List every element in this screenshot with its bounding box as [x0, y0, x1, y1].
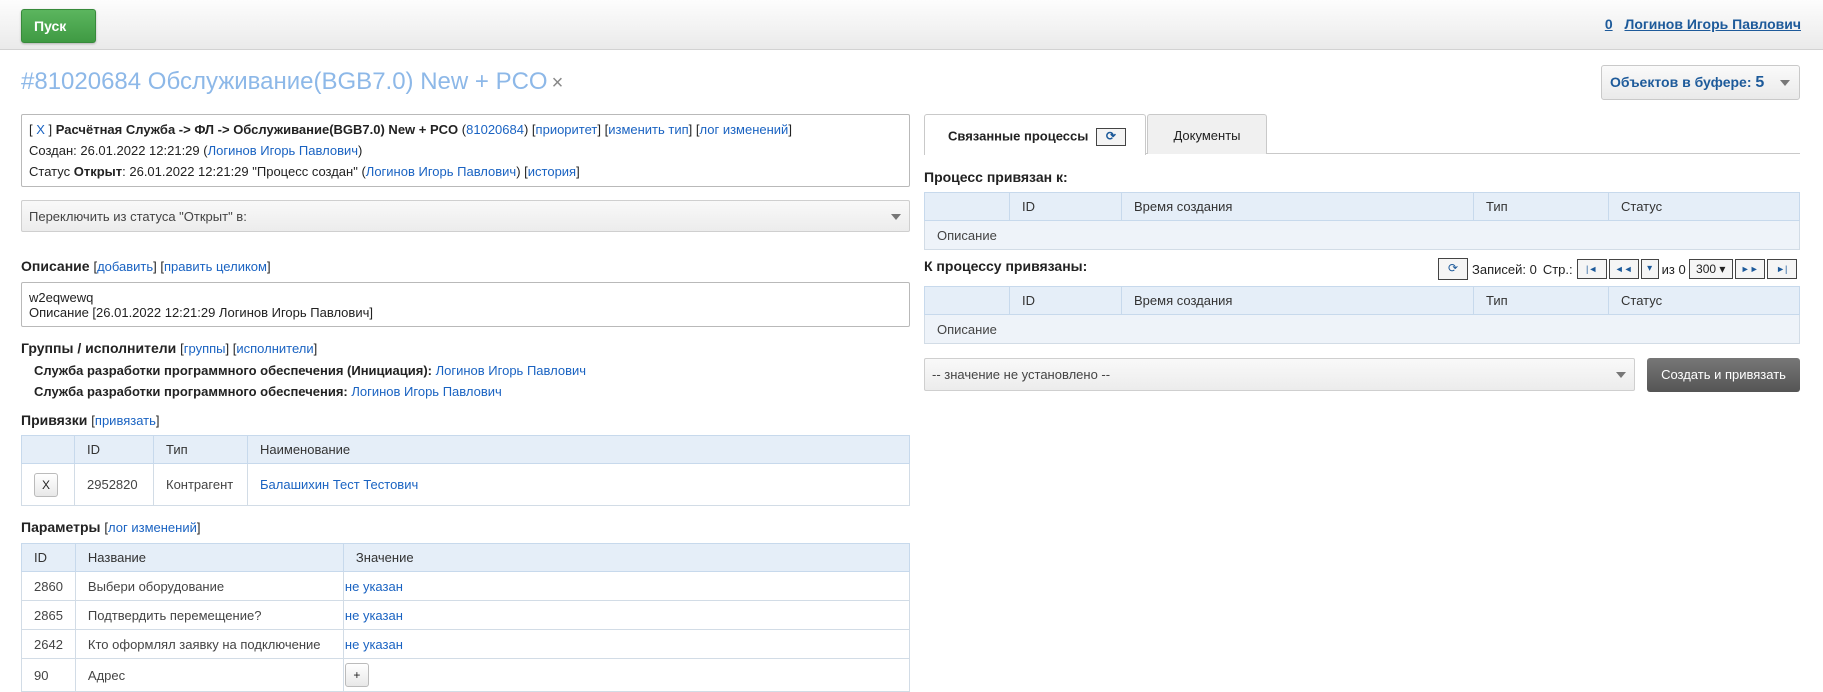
create-and-bind-button[interactable]: Создать и привязать	[1647, 358, 1800, 392]
table-row: Описание	[924, 314, 1800, 344]
group-item: Служба разработки программного обеспечен…	[34, 384, 502, 399]
executors-link[interactable]: исполнители	[236, 341, 313, 356]
last-page-button[interactable]: ►|	[1766, 259, 1797, 279]
linked-from-table: ID Время создания Тип Статус Описание	[924, 286, 1800, 344]
process-title: #81020684 Обслуживание(BGB7.0) New + PCO…	[21, 68, 563, 96]
creator-link[interactable]: Логинов Игорь Павлович	[208, 143, 358, 158]
info-line-status: Статус Открыт: 26.01.2022 12:21:29 "Проц…	[29, 164, 580, 179]
process-path: Расчётная Служба -> ФЛ -> Обслуживание(B…	[55, 122, 459, 137]
description-meta: Описание [26.01.2022 12:21:29 Логинов Иг…	[29, 305, 373, 320]
notification-count[interactable]: 0	[1605, 16, 1613, 32]
top-bar: Пуск 0 Логинов Игорь Павлович	[0, 0, 1823, 50]
table-header: ID Время создания Тип Статус	[924, 192, 1800, 221]
linked-to-heading: Процесс привязан к:	[924, 169, 1068, 185]
links-heading: Привязки [привязать]	[21, 412, 160, 428]
groups-heading: Группы / исполнители [группы] [исполните…	[21, 340, 318, 356]
table-row: 2642 Кто оформлял заявку на подключение …	[21, 629, 911, 659]
add-description-link[interactable]: добавить	[97, 259, 153, 274]
status-user-link[interactable]: Логинов Игорь Павлович	[366, 164, 516, 179]
chevron-down-icon	[1616, 372, 1626, 378]
table-header: ID Название Значение	[21, 543, 911, 572]
pager: ⟳ Записей: 0 Стр.: |◄ ◄◄ ▾ из 0 300 ▾ ►►…	[1437, 257, 1798, 281]
page-select[interactable]: ▾	[1640, 259, 1659, 279]
add-value-button[interactable]: +	[344, 663, 369, 687]
links-table: ID Тип Наименование X 2952820 Контрагент…	[21, 435, 910, 506]
table-row: 2865 Подтвердить перемещение? не указан	[21, 600, 911, 630]
user-area: 0 Логинов Игорь Павлович	[1597, 16, 1801, 32]
start-button[interactable]: Пуск	[21, 9, 96, 43]
prev-page-button[interactable]: ◄◄	[1608, 259, 1639, 279]
params-table: ID Название Значение 2860 Выбери оборудо…	[21, 543, 911, 692]
user-name-link[interactable]: Логинов Игорь Павлович	[1625, 16, 1802, 32]
unlink-button[interactable]: X	[34, 472, 58, 497]
priority-link[interactable]: приоритет	[536, 122, 598, 137]
param-value-link[interactable]: не указан	[345, 579, 403, 594]
table-header: ID Время создания Тип Статус	[924, 286, 1800, 315]
page-size-select[interactable]: 300 ▾	[1688, 259, 1733, 279]
link-name[interactable]: Балашихин Тест Тестович	[260, 477, 418, 492]
status-switch-select[interactable]: Переключить из статуса "Открыт" в:	[21, 200, 910, 232]
process-info: [ X ] Расчётная Служба -> ФЛ -> Обслужив…	[21, 114, 910, 187]
table-row: Описание	[924, 220, 1800, 250]
tab-documents[interactable]: Документы	[1147, 114, 1267, 154]
status-value: Открыт	[73, 164, 123, 179]
remove-link[interactable]: X	[36, 122, 45, 137]
change-log-link[interactable]: лог изменений	[700, 122, 789, 137]
linked-to-table: ID Время создания Тип Статус Описание	[924, 192, 1800, 250]
info-line-path: [ X ] Расчётная Служба -> ФЛ -> Обслужив…	[29, 122, 792, 137]
bind-link[interactable]: привязать	[95, 413, 156, 428]
table-header: ID Тип Наименование	[21, 435, 910, 464]
description-text: w2eqwewq	[29, 290, 94, 305]
close-icon[interactable]: ×	[552, 72, 564, 94]
table-row: 90 Адрес +	[21, 658, 911, 692]
group-user-link[interactable]: Логинов Игорь Павлович	[351, 384, 501, 399]
process-type-select[interactable]: -- значение не установлено --	[924, 358, 1635, 391]
buffer-count: 5	[1755, 74, 1765, 91]
process-id-link[interactable]: 81020684	[466, 122, 524, 137]
groups-link[interactable]: группы	[184, 341, 226, 356]
records-count: Записей: 0	[1472, 261, 1537, 277]
params-log-link[interactable]: лог изменений	[108, 520, 197, 535]
chevron-down-icon	[891, 214, 901, 220]
history-link[interactable]: история	[528, 164, 576, 179]
param-value-link[interactable]: не указан	[345, 637, 403, 652]
group-item: Служба разработки программного обеспечен…	[34, 363, 587, 378]
process-title-text: #81020684 Обслуживание(BGB7.0) New + PCO	[21, 68, 548, 95]
param-value-link[interactable]: не указан	[345, 608, 403, 623]
buffer-label: Объектов в буфере:	[1610, 74, 1752, 90]
params-heading: Параметры [лог изменений]	[21, 519, 201, 535]
edit-description-link[interactable]: править целиком	[164, 259, 267, 274]
info-line-created: Создан: 26.01.2022 12:21:29 (Логинов Иго…	[29, 143, 363, 158]
page-total: из 0	[1661, 261, 1686, 277]
table-row: X 2952820 Контрагент Балашихин Тест Тест…	[21, 463, 910, 506]
linked-from-heading: К процессу привязаны:	[924, 258, 1088, 274]
description-heading: Описание [добавить] [править целиком]	[21, 258, 271, 274]
chevron-down-icon	[1780, 80, 1790, 86]
refresh-icon[interactable]: ⟳	[1438, 258, 1468, 280]
first-page-button[interactable]: |◄	[1576, 259, 1607, 279]
refresh-icon[interactable]: ⟳	[1095, 128, 1126, 146]
change-type-link[interactable]: изменить тип	[608, 122, 688, 137]
description-box: w2eqwewq Описание [26.01.2022 12:21:29 Л…	[21, 282, 910, 327]
page-label: Стр.:	[1542, 261, 1573, 277]
tab-bar: Связанные процессы ⟳ Документы	[924, 114, 1800, 155]
tab-related-processes[interactable]: Связанные процессы ⟳	[924, 114, 1146, 155]
group-user-link[interactable]: Логинов Игорь Павлович	[436, 363, 586, 378]
buffer-dropdown[interactable]: Объектов в буфере: 5	[1601, 65, 1800, 100]
table-row: 2860 Выбери оборудование не указан	[21, 571, 911, 601]
next-page-button[interactable]: ►►	[1734, 259, 1765, 279]
